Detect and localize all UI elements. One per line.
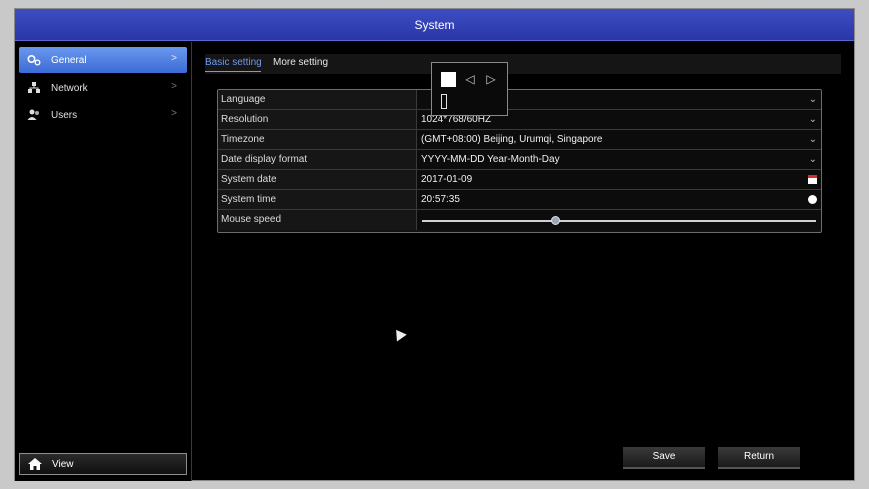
gears-icon [27, 54, 41, 66]
system-date-field[interactable]: 2017-01-09 [417, 170, 821, 189]
timezone-value: (GMT+08:00) Beijing, Urumqi, Singapore [421, 134, 603, 145]
home-icon [28, 458, 42, 470]
system-date-value: 2017-01-09 [421, 174, 473, 185]
network-icon [27, 82, 41, 94]
cursor-icon[interactable] [441, 94, 447, 109]
chevron-down-icon: ⌄ [808, 134, 817, 145]
setting-row-date-format: Date display format YYYY-MM-DD Year-Mont… [218, 150, 821, 170]
setting-row-mouse-speed: Mouse speed [218, 210, 821, 230]
setting-label: Date display format [218, 150, 417, 169]
sidebar-item-label: General [51, 54, 87, 66]
view-button[interactable]: View [19, 453, 187, 475]
setting-label: Language [218, 90, 417, 109]
slider-track[interactable] [422, 216, 816, 225]
sidebar: General > Network > Users > View [15, 42, 192, 481]
main-panel: Basic setting More setting Language ⌄ Re… [193, 42, 855, 481]
setting-label: Mouse speed [218, 210, 417, 230]
setting-label: Timezone [218, 130, 417, 149]
setting-row-resolution: Resolution 1024*768/60HZ ⌄ [218, 110, 821, 130]
clock-icon[interactable] [808, 195, 817, 204]
setting-row-language: Language ⌄ [218, 90, 821, 110]
setting-label: System date [218, 170, 417, 189]
system-time-value: 20:57:35 [421, 194, 460, 205]
active-tab-indicator [205, 71, 261, 72]
system-time-field[interactable]: 20:57:35 [417, 190, 821, 209]
setting-label: System time [218, 190, 417, 209]
return-button[interactable]: Return [718, 447, 800, 469]
save-button[interactable]: Save [623, 447, 705, 469]
setting-row-system-date: System date 2017-01-09 [218, 170, 821, 190]
tab-basic-setting[interactable]: Basic setting [205, 57, 262, 68]
stop-icon[interactable] [441, 72, 456, 87]
date-format-value: YYYY-MM-DD Year-Month-Day [421, 154, 560, 165]
chevron-down-icon: ⌄ [808, 94, 817, 105]
users-icon [27, 109, 41, 121]
sidebar-item-label: Users [51, 109, 78, 121]
tab-more-setting[interactable]: More setting [273, 57, 328, 68]
date-format-dropdown[interactable]: YYYY-MM-DD Year-Month-Day ⌄ [417, 150, 821, 169]
chevron-down-icon: ⌄ [808, 114, 817, 125]
calendar-icon[interactable] [808, 175, 817, 184]
view-button-label: View [52, 458, 74, 470]
timezone-dropdown[interactable]: (GMT+08:00) Beijing, Urumqi, Singapore ⌄ [417, 130, 821, 149]
setting-row-timezone: Timezone (GMT+08:00) Beijing, Urumqi, Si… [218, 130, 821, 150]
sidebar-item-general[interactable]: General > [19, 47, 187, 73]
settings-table: Language ⌄ Resolution 1024*768/60HZ ⌄ Ti… [217, 89, 822, 233]
sidebar-item-network[interactable]: Network > [19, 75, 187, 101]
chevron-down-icon: ⌄ [808, 154, 817, 165]
previous-icon[interactable]: ◁ [463, 72, 477, 86]
system-window: System General > Network > Users > View … [14, 8, 855, 481]
floating-toolbar: ◁ ▷ [431, 62, 508, 116]
chevron-right-icon: > [171, 108, 177, 119]
sidebar-item-users[interactable]: Users > [19, 102, 187, 128]
next-icon[interactable]: ▷ [484, 72, 498, 86]
setting-label: Resolution [218, 110, 417, 129]
chevron-right-icon: > [171, 81, 177, 92]
window-title: System [15, 9, 854, 41]
chevron-right-icon: > [171, 53, 177, 64]
slider-handle[interactable] [550, 216, 560, 225]
mouse-speed-slider[interactable] [417, 210, 821, 230]
setting-row-system-time: System time 20:57:35 [218, 190, 821, 210]
tab-bar: Basic setting More setting [205, 54, 841, 74]
sidebar-item-label: Network [51, 82, 88, 94]
mouse-pointer-icon [391, 326, 407, 342]
